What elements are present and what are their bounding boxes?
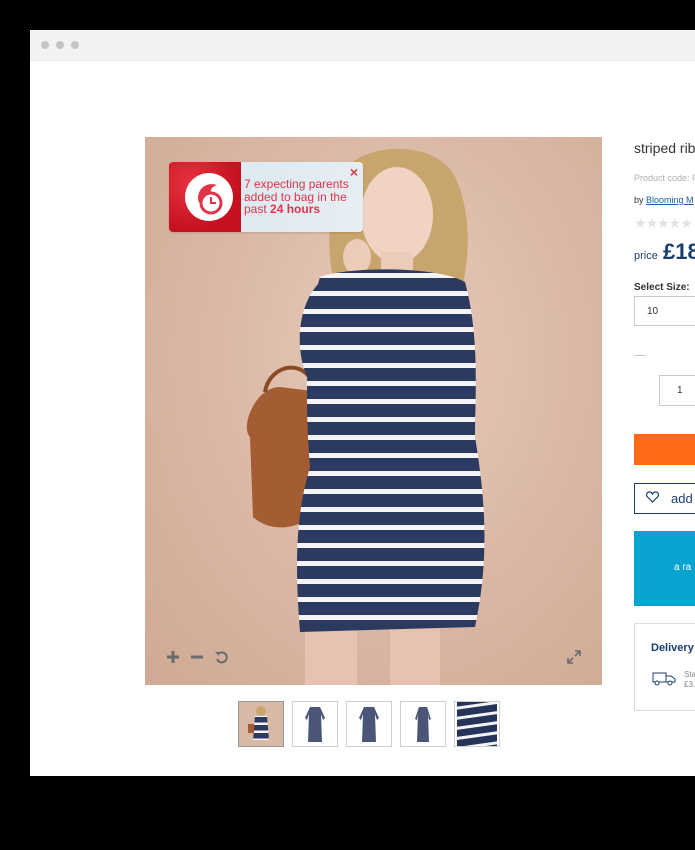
social-proof-line1: 7 expecting parents — [244, 177, 349, 191]
zoom-controls — [165, 649, 229, 665]
thumbnail-fabric-detail — [457, 702, 497, 746]
quantity-decrease-button[interactable] — [634, 355, 646, 356]
thumbnail-dress-back — [359, 707, 379, 742]
promo-text: a ra — [674, 562, 692, 573]
window-close-dot[interactable] — [41, 41, 49, 49]
size-label: Select Size: — [634, 282, 690, 293]
product-main-image[interactable]: 7 expecting parents added to bag in the … — [145, 137, 602, 685]
thumbnail-2[interactable] — [292, 701, 338, 747]
product-code: Product code: F — [634, 173, 695, 183]
promo-banner[interactable]: a ra — [634, 531, 695, 606]
delivery-option: Sta £3. — [684, 670, 695, 690]
social-proof-line3-prefix: past — [244, 202, 271, 216]
zoom-out-icon[interactable] — [189, 649, 205, 665]
thumbnail-1[interactable] — [238, 701, 284, 747]
social-proof-line3: past 24 hours — [244, 203, 363, 216]
thumbnail-3[interactable] — [346, 701, 392, 747]
size-select[interactable]: 10 — [634, 296, 695, 326]
zoom-in-icon[interactable] — [165, 649, 181, 665]
delivery-option-price: £3. — [684, 680, 695, 689]
add-to-wishlist-button[interactable]: add — [634, 483, 695, 514]
delivery-heading: Delivery — [651, 642, 694, 654]
wishlist-label: add — [671, 491, 693, 506]
browser-window: 7 expecting parents added to bag in the … — [30, 30, 695, 776]
reset-icon[interactable] — [213, 649, 229, 665]
thumbnail-strip — [238, 701, 500, 747]
brand-byline: by Blooming M — [634, 195, 694, 205]
price-value: £18 — [663, 239, 695, 264]
social-proof-text: 7 expecting parents added to bag in the … — [244, 178, 363, 216]
price-label: price — [634, 250, 658, 262]
expand-icon[interactable] — [566, 649, 582, 665]
social-proof-line3-bold: 24 hours — [270, 202, 321, 216]
window-minimize-dot[interactable] — [56, 41, 64, 49]
window-maximize-dot[interactable] — [71, 41, 79, 49]
thumbnail-4[interactable] — [400, 701, 446, 747]
rating-stars[interactable]: ★★★★★ — [634, 215, 693, 232]
thumbnail-dress-front — [305, 707, 325, 742]
by-prefix: by — [634, 195, 647, 205]
title-bar — [30, 30, 695, 61]
add-to-bag-button[interactable] — [634, 434, 695, 465]
delivery-option-name: Sta — [684, 670, 695, 679]
delivery-panel: Delivery Sta £3. — [634, 623, 695, 711]
brand-link[interactable]: Blooming M — [646, 195, 694, 205]
social-proof-banner: 7 expecting parents added to bag in the … — [169, 162, 363, 232]
clock-badge-icon — [185, 173, 233, 221]
heart-icon — [646, 491, 659, 506]
product-title: striped rib — [634, 140, 695, 156]
quantity-input[interactable]: 1 — [659, 375, 695, 406]
thumbnail-model-image — [239, 702, 283, 746]
van-icon — [651, 670, 677, 691]
close-icon[interactable]: × — [350, 164, 358, 180]
thumbnail-5[interactable] — [454, 701, 500, 747]
thumbnail-dress-side — [415, 707, 431, 742]
